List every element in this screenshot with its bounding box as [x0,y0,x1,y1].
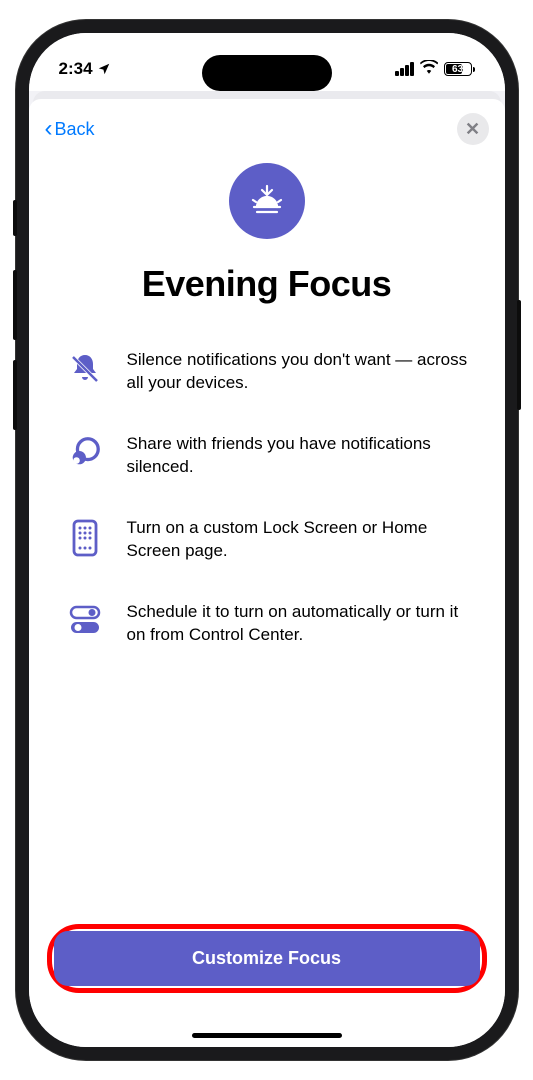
phone-screen: 2:34 63 [29,33,505,1047]
chevron-left-icon: ‹ [45,117,53,141]
power-button [517,300,521,410]
phone-screen-icon [65,517,105,557]
location-icon [97,62,111,76]
volume-down-button [13,360,17,430]
toggle-icon [65,601,105,635]
status-time: 2:34 [59,59,111,79]
home-indicator[interactable] [192,1033,342,1038]
feature-text: Silence notifications you don't want — a… [127,349,469,395]
modal-sheet: ‹ Back ✕ [29,99,505,1047]
feature-text: Share with friends you have notification… [127,433,469,479]
page-title: Evening Focus [65,263,469,305]
close-icon: ✕ [465,119,480,140]
customize-focus-button[interactable]: Customize Focus [54,931,480,986]
volume-up-button [13,270,17,340]
battery-indicator: 63 [444,62,475,76]
feature-item: Schedule it to turn on automatically or … [65,601,469,647]
highlight-annotation: Customize Focus [47,924,487,993]
close-button[interactable]: ✕ [457,113,489,145]
silence-switch [13,200,17,236]
back-label: Back [55,119,95,140]
feature-item: Silence notifications you don't want — a… [65,349,469,395]
sheet-header: ‹ Back ✕ [29,99,505,151]
back-button[interactable]: ‹ Back [45,117,95,141]
bell-slash-icon [65,349,105,387]
share-status-icon [65,433,105,469]
feature-item: Turn on a custom Lock Screen or Home Scr… [65,517,469,563]
wifi-icon [420,60,438,79]
phone-frame: 2:34 63 [16,20,518,1060]
feature-item: Share with friends you have notification… [65,433,469,479]
feature-list: Silence notifications you don't want — a… [65,349,469,647]
feature-text: Schedule it to turn on automatically or … [127,601,469,647]
cellular-icon [395,62,414,76]
sunset-icon [229,163,305,239]
dynamic-island [202,55,332,91]
status-right: 63 [395,60,475,79]
cta-wrapper: Customize Focus [47,924,487,993]
feature-text: Turn on a custom Lock Screen or Home Scr… [127,517,469,563]
content-area: Evening Focus Silence notifications you … [29,151,505,647]
